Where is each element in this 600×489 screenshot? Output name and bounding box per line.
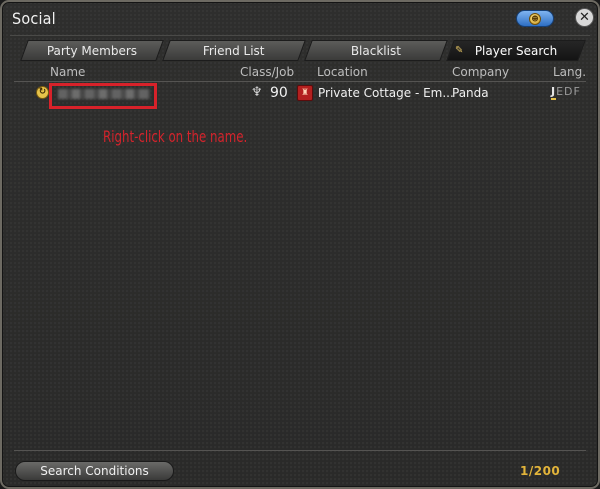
results-header: Name Class/Job Location Company Lang.: [2, 65, 598, 81]
name-highlight-box: [49, 83, 157, 109]
column-lang[interactable]: Lang.: [553, 65, 586, 79]
social-window: Social ☻ ✕ Party Members Friend List Bla…: [0, 0, 600, 489]
online-status-icon: ↻: [36, 86, 49, 99]
housing-icon: ♜: [297, 85, 313, 101]
close-icon[interactable]: ✕: [575, 8, 594, 27]
pencil-icon: ✎: [455, 45, 464, 56]
coin-icon: ☻: [529, 12, 541, 25]
player-level: 90: [270, 85, 288, 101]
job-icon: ♆: [251, 85, 263, 100]
tab-party-members[interactable]: Party Members: [20, 40, 164, 61]
column-class-job[interactable]: Class/Job: [240, 65, 294, 79]
tab-friend-list[interactable]: Friend List: [162, 40, 306, 61]
tab-blacklist[interactable]: Blacklist: [304, 40, 448, 61]
tab-player-search[interactable]: ✎ Player Search: [446, 40, 586, 61]
footer-divider: [14, 450, 586, 451]
gil-button[interactable]: ☻: [516, 10, 554, 27]
window-title: Social: [12, 9, 56, 28]
player-languages: JEDF: [551, 85, 581, 100]
player-location: Private Cottage - Em...: [318, 86, 454, 100]
column-company[interactable]: Company: [452, 65, 509, 79]
player-company: Panda: [452, 86, 489, 100]
annotation-text: Right-click on the name.: [103, 127, 248, 146]
column-location[interactable]: Location: [317, 65, 368, 79]
tab-bar: Party Members Friend List Blacklist ✎ Pl…: [18, 40, 588, 61]
column-name[interactable]: Name: [50, 65, 85, 79]
title-divider: [10, 35, 590, 36]
header-divider: [14, 81, 586, 82]
search-conditions-button[interactable]: Search Conditions: [15, 461, 174, 481]
result-count: 1/200: [520, 464, 561, 478]
